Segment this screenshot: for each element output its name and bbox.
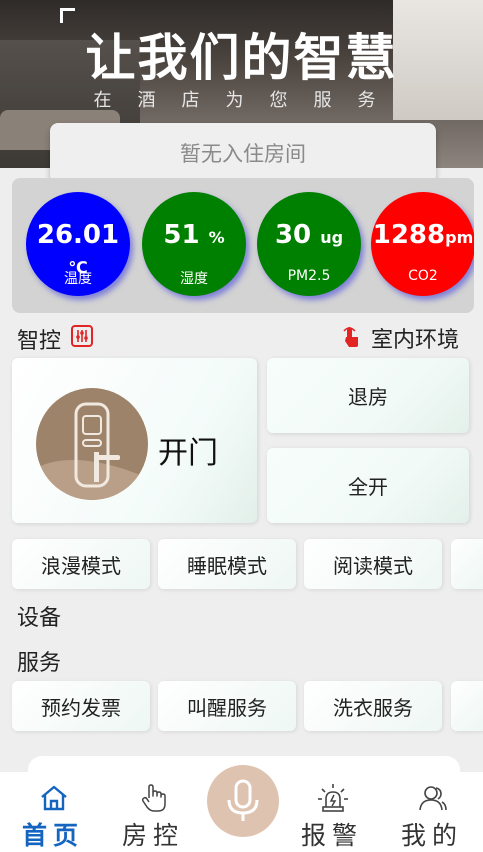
touch-icon	[343, 327, 358, 347]
sensor-value: 51	[163, 220, 200, 250]
open-door-card[interactable]: 开门	[12, 358, 257, 523]
room-status-banner[interactable]: 暂无入住房间	[50, 123, 436, 183]
sensor-value: 30	[274, 220, 312, 250]
hand-pointer-icon	[141, 784, 166, 812]
sensor-unit: pm	[445, 228, 474, 247]
tab-room-label: 房控	[121, 821, 184, 850]
tab-home-label: 首页	[21, 821, 84, 850]
smart-control-title: 智控	[17, 329, 62, 354]
tab-home[interactable]: 首页	[8, 772, 98, 852]
mode-reading-button[interactable]: 阅读模式	[304, 539, 442, 589]
sensor-label: 湿度	[180, 271, 208, 287]
door-lock-icon	[36, 388, 148, 500]
tab-alarm-label: 报警	[300, 821, 363, 850]
sensor-label: 温度	[64, 271, 92, 287]
indoor-env-label: 室内环境	[371, 328, 460, 353]
tab-mine-label: 我的	[400, 821, 463, 850]
sensor-pm25: 30 ug PM2.5	[257, 192, 361, 296]
sensor-panel: 26.01 ℃ 温度 51 % 湿度 30 ug PM2.5 1288pm CO…	[12, 178, 474, 313]
checkout-button[interactable]: 退房	[267, 358, 469, 433]
tab-alarm[interactable]: 报警	[287, 772, 377, 852]
sensor-humidity: 51 % 湿度	[142, 192, 246, 296]
mode-sleep-button[interactable]: 睡眠模式	[158, 539, 296, 589]
voice-button[interactable]	[207, 765, 279, 837]
hero-subtitle: 在酒店为您服务	[93, 90, 402, 111]
sensor-label: PM2.5	[287, 268, 331, 284]
sensor-value: 26.01	[36, 220, 120, 250]
home-icon	[41, 785, 67, 811]
alarm-light-icon	[318, 784, 348, 812]
sensor-unit: ug	[320, 228, 344, 247]
mode-romantic-button[interactable]: 浪漫模式	[12, 539, 150, 589]
hero-title: 让我们的智慧	[85, 29, 398, 87]
sensor-temperature: 26.01 ℃ 温度	[26, 192, 130, 296]
service-invoice-button[interactable]: 预约发票	[12, 681, 150, 731]
devices-section-title: 设备	[17, 606, 62, 631]
mode-next-button[interactable]	[451, 539, 483, 589]
tab-mine[interactable]: 我的	[387, 772, 477, 852]
sensor-co2: 1288pm CO2	[371, 192, 474, 296]
service-laundry-button[interactable]: 洗衣服务	[304, 681, 442, 731]
sensor-unit: %	[208, 228, 225, 247]
tab-room-control[interactable]: 房控	[108, 772, 198, 852]
user-icon	[419, 786, 447, 811]
services-section-title: 服务	[17, 651, 62, 676]
microphone-icon	[227, 779, 259, 821]
indoor-env-link[interactable]: 室内环境	[342, 322, 467, 353]
sensor-label: CO2	[408, 268, 438, 284]
service-next-button[interactable]	[451, 681, 483, 731]
sensor-value: 1288	[372, 220, 446, 250]
open-door-label: 开门	[158, 436, 218, 471]
sliders-icon	[71, 325, 93, 347]
service-wakeup-button[interactable]: 叫醒服务	[158, 681, 296, 731]
all-on-button[interactable]: 全开	[267, 448, 469, 523]
